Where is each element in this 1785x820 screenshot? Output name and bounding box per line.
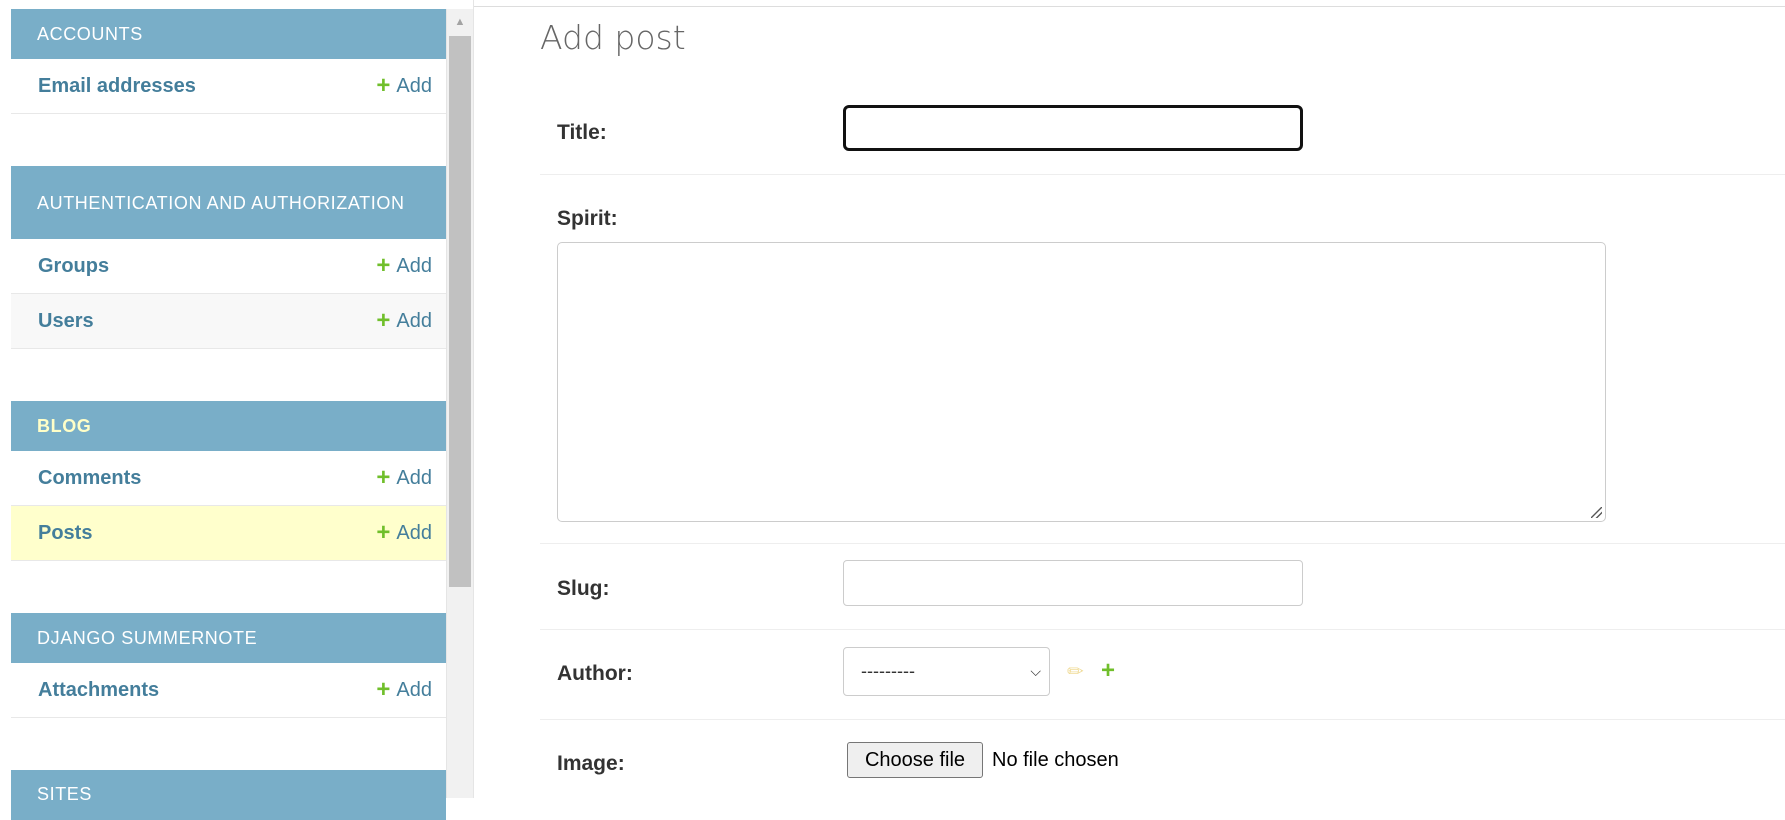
- spirit-textarea[interactable]: [557, 242, 1606, 522]
- model-row-users: Users + Add: [11, 294, 446, 349]
- add-author-plus-icon[interactable]: +: [1101, 657, 1115, 685]
- sidebar-border: [473, 0, 474, 798]
- main-content: Add post Title: Spirit: Slug: Author: --…: [540, 0, 1785, 798]
- form-row-image: Image: Choose file No file chosen: [540, 720, 1785, 798]
- add-email-address-button[interactable]: + Add: [376, 74, 432, 98]
- app-sidebar: Accounts Email addresses + Add Authentic…: [0, 0, 474, 820]
- author-label: Author:: [557, 662, 633, 685]
- model-link-comments[interactable]: Comments: [38, 467, 141, 490]
- model-row-groups: Groups + Add: [11, 239, 446, 294]
- add-label: Add: [396, 521, 432, 544]
- slug-label: Slug:: [557, 577, 610, 600]
- add-comment-button[interactable]: + Add: [376, 466, 432, 490]
- form-row-title: Title:: [540, 94, 1785, 175]
- plus-icon: +: [376, 307, 391, 334]
- section-caption-auth[interactable]: Authentication and Authorization: [11, 166, 446, 239]
- section-link-sites[interactable]: Sites: [37, 784, 92, 805]
- pencil-icon[interactable]: ✏: [1067, 659, 1084, 684]
- choose-file-button[interactable]: Choose file: [847, 742, 983, 778]
- resize-handle-icon[interactable]: [1591, 507, 1602, 518]
- plus-icon: +: [376, 676, 391, 703]
- image-label: Image:: [557, 752, 625, 775]
- file-status-text: No file chosen: [992, 749, 1119, 771]
- section-caption-summernote[interactable]: Django Summernote: [11, 613, 446, 663]
- add-label: Add: [396, 254, 432, 277]
- scrollbar-thumb[interactable]: [449, 36, 471, 587]
- section-caption-accounts[interactable]: Accounts: [11, 9, 446, 59]
- form-row-spirit: Spirit:: [540, 175, 1785, 544]
- model-row-posts: Posts + Add: [11, 506, 446, 561]
- add-label: Add: [396, 74, 432, 97]
- model-link-email-addresses[interactable]: Email addresses: [38, 75, 196, 98]
- title-label: Title:: [557, 121, 607, 144]
- slug-input[interactable]: [843, 560, 1303, 606]
- model-link-attachments[interactable]: Attachments: [38, 679, 159, 702]
- section-caption-sites[interactable]: Sites: [11, 770, 446, 820]
- model-row-comments: Comments + Add: [11, 451, 446, 506]
- model-link-groups[interactable]: Groups: [38, 255, 109, 278]
- add-label: Add: [396, 309, 432, 332]
- model-link-users[interactable]: Users: [38, 310, 94, 333]
- scroll-up-arrow-icon[interactable]: ▲: [447, 11, 473, 33]
- add-group-button[interactable]: + Add: [376, 254, 432, 278]
- chevron-down-icon: ⌵: [1030, 663, 1041, 679]
- plus-icon: +: [376, 72, 391, 99]
- add-label: Add: [396, 466, 432, 489]
- section-link-accounts[interactable]: Accounts: [37, 24, 143, 45]
- author-selected-value: ---------: [861, 661, 915, 681]
- plus-icon: +: [376, 252, 391, 279]
- section-link-summernote[interactable]: Django Summernote: [37, 628, 257, 649]
- form-row-slug: Slug:: [540, 544, 1785, 630]
- title-input[interactable]: [843, 105, 1303, 151]
- section-caption-blog[interactable]: Blog: [11, 401, 446, 451]
- form-row-author: Author: --------- ⌵ ✏ +: [540, 630, 1785, 720]
- sidebar-scrollbar[interactable]: ▲: [446, 9, 473, 798]
- add-user-button[interactable]: + Add: [376, 309, 432, 333]
- add-attachment-button[interactable]: + Add: [376, 678, 432, 702]
- author-select[interactable]: --------- ⌵: [843, 647, 1050, 696]
- plus-icon: +: [376, 464, 391, 491]
- add-label: Add: [396, 678, 432, 701]
- section-link-auth[interactable]: Authentication and Authorization: [37, 191, 405, 215]
- add-post-button[interactable]: + Add: [376, 521, 432, 545]
- model-link-posts[interactable]: Posts: [38, 522, 92, 545]
- sidebar-content: Accounts Email addresses + Add Authentic…: [11, 9, 446, 820]
- page-title: Add post: [540, 18, 686, 57]
- section-link-blog[interactable]: Blog: [37, 416, 91, 437]
- model-row-attachments: Attachments + Add: [11, 663, 446, 718]
- spirit-label: Spirit:: [557, 207, 618, 230]
- plus-icon: +: [376, 519, 391, 546]
- model-row-email-addresses: Email addresses + Add: [11, 59, 446, 114]
